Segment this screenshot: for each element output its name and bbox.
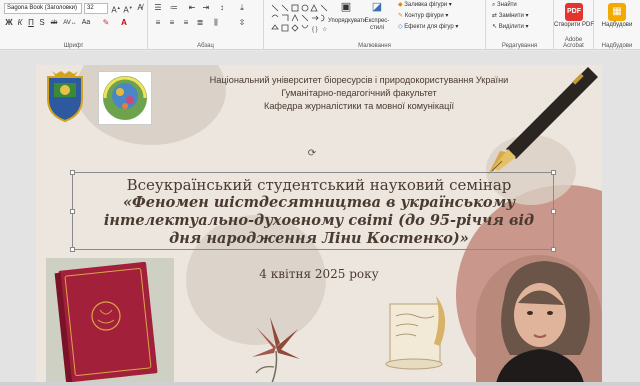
find-label: Знайти [497,2,517,8]
numbering-icon[interactable]: ≔ [168,3,180,13]
cursor-icon: ↖ [492,24,498,30]
replace-label: Замінити [498,13,524,19]
find-button[interactable]: ⌕ Знайти [492,2,552,9]
columns-icon[interactable]: ⫼ [210,18,222,28]
create-pdf-button[interactable]: Створити PDF [554,22,594,29]
effects-icon: ◇ [398,24,403,30]
editing-group-label: Редагування [501,43,538,49]
italic-button[interactable]: К [15,18,25,28]
resize-handle-bl[interactable] [70,247,75,252]
paragraph-group: ☰ ≔ ⇤ ⇥ ↕ ⤓ ≡ ≡ ≡ ≣ ⫼ ⇳ Абзац [148,0,264,50]
arrange-icon[interactable]: ▣ [336,2,356,13]
lily-flower-image [252,317,300,383]
shape-fill-button[interactable]: ◆ Заливка фігури ▾ [398,2,484,9]
shapes-gallery[interactable]: { } ☆ [270,3,330,37]
addins-group-label: Надбудови [601,43,633,49]
rotate-handle-icon[interactable]: ⟳ [306,149,318,159]
ribbon: Sagona Book (Заголовки) 32 A▲ A▼ A̸ Ж К … [0,0,640,50]
align-right-icon[interactable]: ≡ [180,18,192,28]
status-bar [0,382,640,386]
resize-handle-tl[interactable] [70,170,75,175]
decrease-indent-icon[interactable]: ⇤ [186,3,198,13]
lina-kostenko-portrait [476,255,602,383]
seminar-title: Всеукраїнський студентський науковий сем… [126,176,512,194]
char-spacing-icon[interactable]: AV↔ [63,18,77,28]
acrobat-group: PDF Створити PDF Adobe Acrobat [554,0,594,50]
font-name-select[interactable]: Sagona Book (Заголовки) [4,3,82,14]
paragraph-group-label: Абзац [197,43,214,49]
slide-canvas: Національний університет біоресурсів і п… [0,51,640,386]
highlight-color-icon[interactable]: ✎ [100,18,112,28]
book-image [46,258,174,383]
increase-indent-icon[interactable]: ⇥ [200,3,212,13]
fountain-pen-image [488,67,598,175]
resize-handle-br[interactable] [551,247,556,252]
addins-button[interactable]: Надбудови [594,22,640,29]
addins-icon[interactable]: ▦ [608,3,626,21]
express-styles-icon[interactable]: ◪ [368,2,386,13]
search-icon: ⌕ [492,2,496,8]
clear-format-icon[interactable]: A̸ [135,3,145,13]
svg-text:☆: ☆ [322,26,327,33]
svg-text:{ }: { } [312,27,318,33]
drawing-group-label: Малювання [358,43,391,49]
shape-effects-label: Ефекти для фігур [404,24,454,30]
shape-outline-button[interactable]: ✎ Контур фігури ▾ [398,13,484,20]
arrange-button[interactable]: Упорядкувати [328,18,366,25]
addins-group: ▦ Надбудови Надбудови [594,0,640,50]
seminar-topic-line1: «Феномен шістдесятництва в українському [122,194,516,211]
font-group-label: Шрифт [63,43,84,49]
replace-icon: ⇄ [492,13,498,19]
pdf-icon[interactable]: PDF [565,3,583,21]
resize-handle-tr[interactable] [551,170,556,175]
align-center-icon[interactable]: ≡ [166,18,178,28]
drawing-group: { } ☆ ▣ Упорядкувати ◪ Експрес-стилі ◆ За… [264,0,486,50]
underline-button[interactable]: П [26,18,36,28]
seminar-topic-line2: інтелектуально-духовному світі (до 95-рі… [103,212,535,229]
paint-bucket-icon: ◆ [398,2,403,8]
justify-icon[interactable]: ≣ [194,18,206,28]
align-left-icon[interactable]: ≡ [152,18,164,28]
text-direction-icon[interactable]: ⤓ [236,3,248,13]
font-group: Sagona Book (Заголовки) 32 A▲ A▼ A̸ Ж К … [0,0,148,50]
decrease-font-icon[interactable]: A▼ [123,3,133,16]
acrobat-group-label: Adobe Acrobat [563,37,584,49]
increase-font-icon[interactable]: A▲ [111,3,121,16]
line-spacing-icon[interactable]: ↕ [216,3,228,13]
bullets-icon[interactable]: ☰ [152,3,164,13]
seminar-topic-line3: дня народження Ліни Костенко)» [169,230,469,247]
font-size-select[interactable]: 32 [84,3,108,14]
shape-fill-label: Заливка фігури [404,2,448,8]
pen-icon: ✎ [398,13,404,19]
change-case-icon[interactable]: Aa [80,18,92,28]
shape-outline-label: Контур фігури [404,13,444,19]
shape-effects-button[interactable]: ◇ Ефекти для фігур ▾ [398,24,484,31]
slide[interactable]: Національний університет біоресурсів і п… [36,65,602,383]
scroll-quill-image [385,296,446,370]
select-label: Виділити [498,24,524,30]
font-color-icon[interactable]: A [118,18,130,28]
strikethrough-button[interactable]: ab [48,18,60,28]
align-text-icon[interactable]: ⇳ [236,18,248,28]
editing-group: ⌕ Знайти ⇄ Замінити ▾ ↖ Виділити ▾ Редаг… [486,0,554,50]
shadow-button[interactable]: S [37,18,47,28]
express-styles-button[interactable]: Експрес-стилі [362,18,392,31]
select-button[interactable]: ↖ Виділити ▾ [492,24,552,31]
replace-button[interactable]: ⇄ Замінити ▾ [492,13,552,20]
bold-button[interactable]: Ж [4,18,14,28]
